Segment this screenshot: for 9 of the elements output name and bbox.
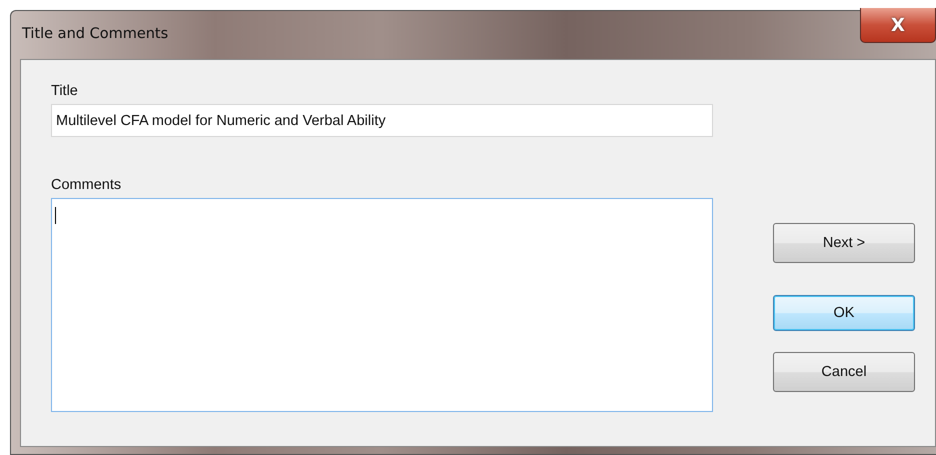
dialog-button[interactable]: OK — [773, 295, 915, 331]
dialog-button[interactable]: Next > — [773, 223, 915, 263]
field-label: Comments — [51, 177, 122, 193]
field-label: Title — [51, 83, 79, 99]
comments-field[interactable] — [51, 198, 713, 412]
title-field[interactable]: Multilevel CFA model for Numeric and Verbal Ability — [51, 104, 713, 137]
window-title: Title and Comments — [22, 26, 168, 42]
dialog-button[interactable]: Cancel — [773, 352, 915, 392]
close-button[interactable]: X — [860, 8, 936, 43]
